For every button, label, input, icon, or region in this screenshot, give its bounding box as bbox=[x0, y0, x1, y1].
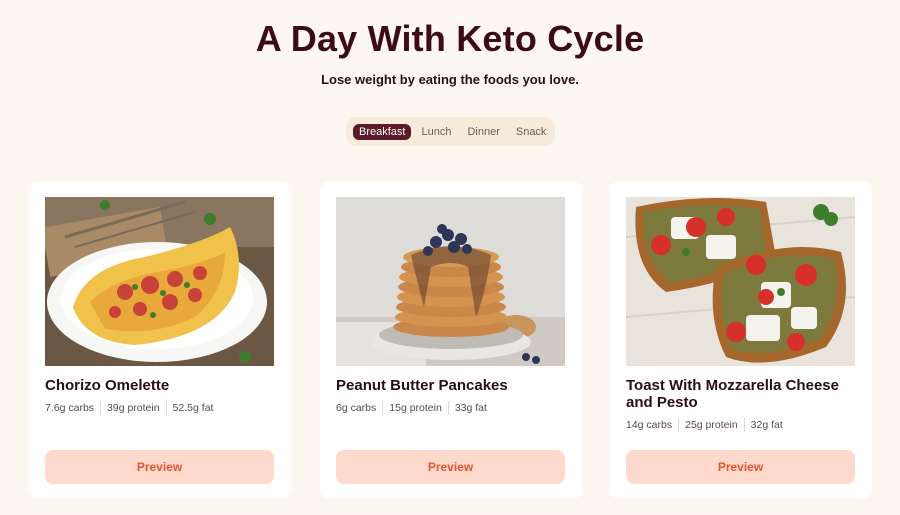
recipe-title: Chorizo Omelette bbox=[45, 377, 170, 394]
tab-snack[interactable]: Snack bbox=[510, 124, 553, 140]
page-subtitle: Lose weight by eating the foods you love… bbox=[321, 72, 579, 87]
fat-value: 32g fat bbox=[743, 418, 789, 432]
recipe-card-chorizo-omelette: Chorizo Omelette 7.6g carbs 39g protein … bbox=[29, 181, 291, 499]
recipe-card-peanut-butter-pancakes: Peanut Butter Pancakes 6g carbs 15g prot… bbox=[320, 181, 582, 499]
carbs-value: 14g carbs bbox=[626, 419, 673, 431]
preview-button[interactable]: Preview bbox=[626, 450, 855, 484]
carbs-value: 6g carbs bbox=[336, 402, 377, 414]
preview-button[interactable]: Preview bbox=[45, 450, 274, 484]
recipe-title: Toast With Mozzarella Cheese and Pesto bbox=[626, 377, 839, 411]
tab-breakfast[interactable]: Breakfast bbox=[353, 123, 412, 140]
fat-value: 52.5g fat bbox=[165, 401, 220, 415]
chorizo-omelette-image bbox=[45, 197, 274, 366]
peanut-butter-pancakes-image bbox=[336, 197, 565, 366]
recipe-macros: 6g carbs 15g protein 33g fat bbox=[336, 401, 493, 415]
protein-value: 39g protein bbox=[100, 401, 166, 415]
tab-lunch[interactable]: Lunch bbox=[415, 124, 457, 140]
protein-value: 15g protein bbox=[382, 401, 448, 415]
meal-tabs: Breakfast Lunch Dinner Snack bbox=[346, 117, 555, 146]
toast-mozzarella-pesto-image bbox=[626, 197, 855, 366]
fat-value: 33g fat bbox=[447, 401, 493, 415]
recipe-macros: 7.6g carbs 39g protein 52.5g fat bbox=[45, 401, 219, 415]
preview-button[interactable]: Preview bbox=[336, 450, 565, 484]
carbs-value: 7.6g carbs bbox=[45, 402, 95, 414]
page-title: A Day With Keto Cycle bbox=[255, 18, 645, 59]
recipe-card-toast-mozzarella: Toast With Mozzarella Cheese and Pesto 1… bbox=[610, 181, 872, 499]
recipe-macros: 14g carbs 25g protein 32g fat bbox=[626, 418, 789, 432]
recipe-title: Peanut Butter Pancakes bbox=[336, 377, 508, 394]
protein-value: 25g protein bbox=[678, 418, 744, 432]
tab-dinner[interactable]: Dinner bbox=[461, 124, 505, 140]
